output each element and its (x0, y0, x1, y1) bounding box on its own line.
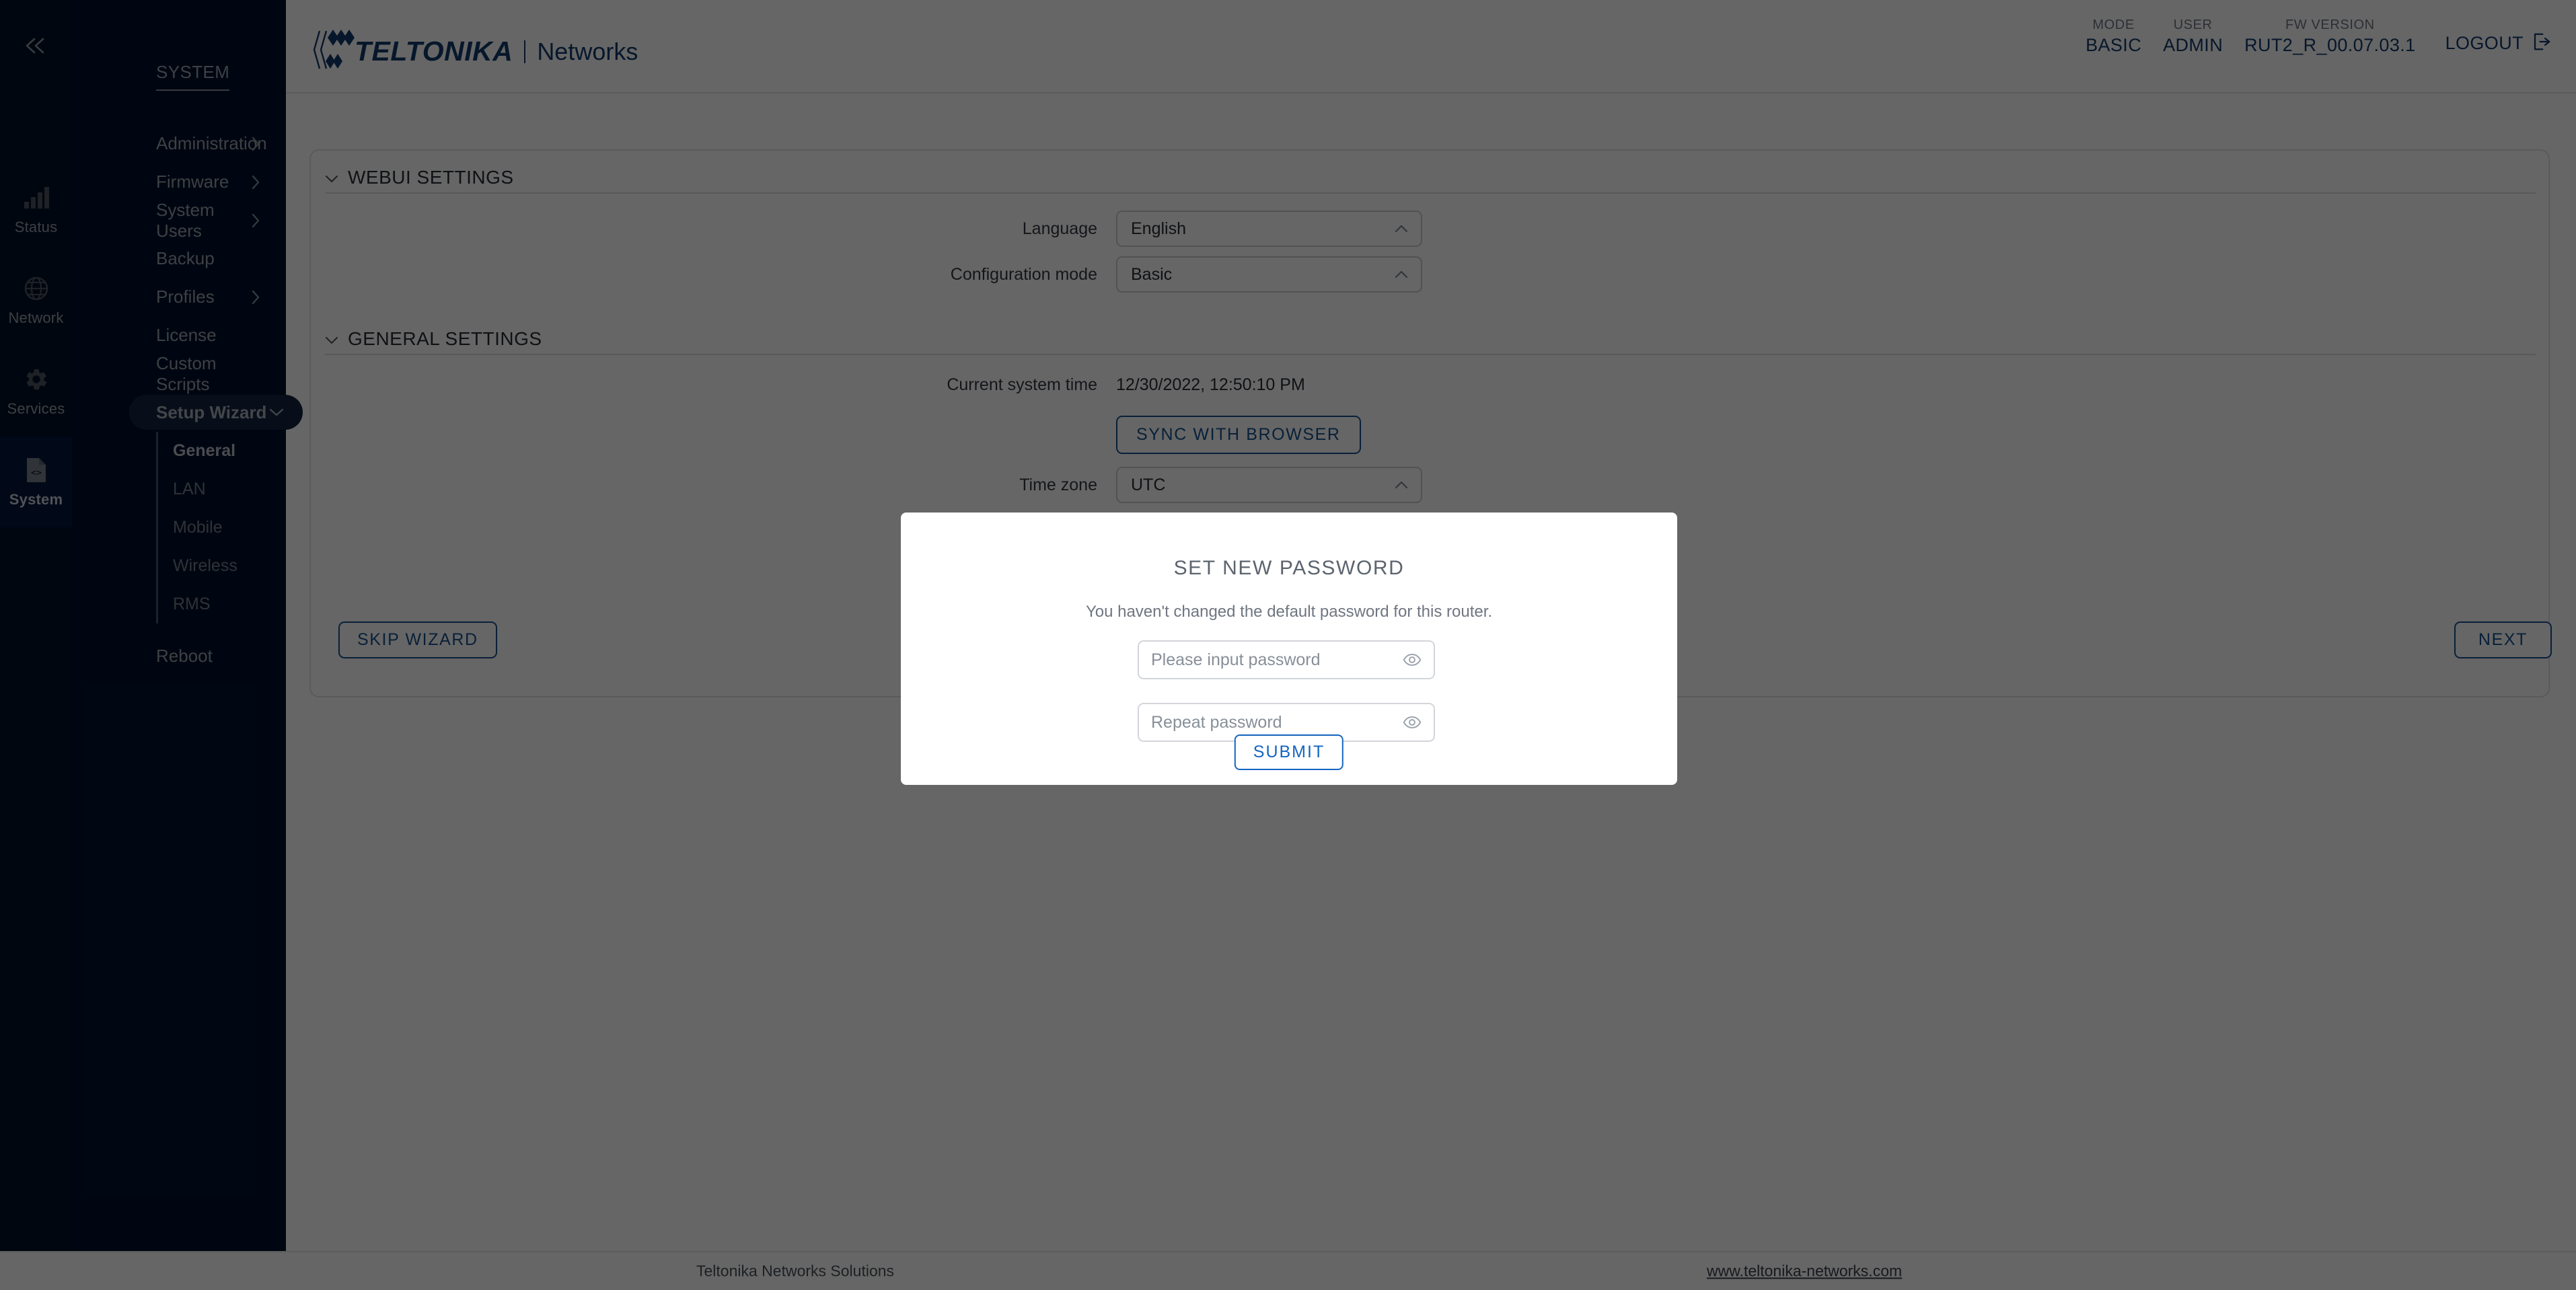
new-password-field[interactable] (1138, 640, 1435, 679)
submit-button[interactable]: SUBMIT (1234, 734, 1344, 770)
app-root: Status Network Services (0, 0, 2576, 1290)
set-new-password-dialog: SET NEW PASSWORD You haven't changed the… (901, 513, 1677, 785)
eye-icon[interactable] (1397, 713, 1422, 732)
dialog-title: SET NEW PASSWORD (1173, 557, 1405, 579)
repeat-password-input[interactable] (1151, 712, 1397, 732)
dialog-subtitle: You haven't changed the default password… (1085, 603, 1493, 621)
new-password-input[interactable] (1151, 650, 1397, 670)
eye-icon[interactable] (1397, 650, 1422, 669)
